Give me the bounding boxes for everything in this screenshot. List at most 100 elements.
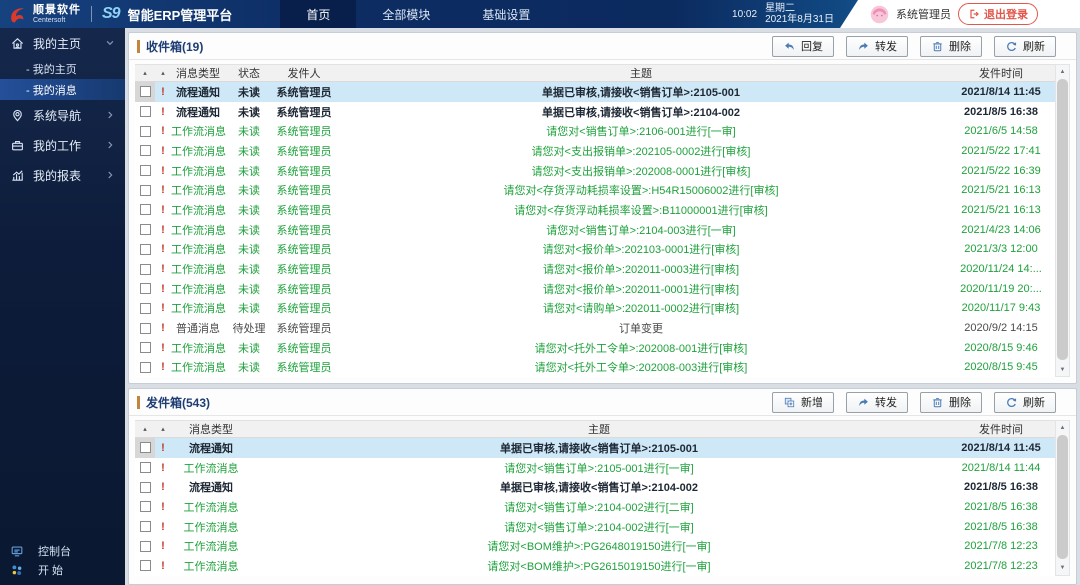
logout-button[interactable]: 退出登录 — [958, 3, 1038, 25]
message-subject[interactable]: 请您对<存货浮动耗损率设置>:H54R15006002进行[审核] — [335, 182, 947, 198]
row-checkbox[interactable] — [140, 264, 151, 275]
outbox-message-row[interactable]: ! 工作流消息 请您对<销售订单>:2104-002进行[一审] 2021/8/… — [135, 517, 1055, 537]
message-subject[interactable]: 请您对<销售订单>:2104-002进行[二审] — [251, 499, 947, 515]
row-checkbox[interactable] — [140, 521, 151, 532]
refresh-button[interactable]: 刷新 — [994, 36, 1056, 57]
message-subject[interactable]: 请您对<销售订单>:2104-002进行[一审] — [251, 519, 947, 535]
row-checkbox[interactable] — [140, 283, 151, 294]
message-subject[interactable]: 单据已审核,请接收<销售订单>:2105-001 — [335, 84, 947, 100]
column-header-time[interactable]: 发件时间 — [947, 421, 1055, 437]
message-subject[interactable]: 请您对<支出报销单>:202008-0001进行[审核] — [335, 163, 947, 179]
inbox-message-row[interactable]: ! 流程通知 未读 系统管理员 单据已审核,请接收<销售订单>:2105-001… — [135, 82, 1055, 102]
inbox-message-row[interactable]: ! 工作流消息 未读 系统管理员 请您对<托外工令单>:202008-001进行… — [135, 338, 1055, 358]
inbox-message-row[interactable]: ! 工作流消息 未读 系统管理员 请您对<托外工令单>:202008-003进行… — [135, 358, 1055, 378]
scrollbar-thumb[interactable] — [1057, 79, 1068, 360]
scroll-up-arrow[interactable]: ▲ — [1056, 65, 1069, 78]
console-button[interactable]: 控制台 — [0, 541, 125, 560]
inbox-message-row[interactable]: ! 工作流消息 未读 系统管理员 请您对<存货浮动耗损率设置>:H54R1500… — [135, 180, 1055, 200]
select-column-header[interactable]: ▴ — [135, 65, 155, 81]
outbox-message-row[interactable]: ! 工作流消息 请您对<销售订单>:2105-001进行[一审] 2021/8/… — [135, 458, 1055, 478]
row-checkbox[interactable] — [140, 323, 151, 334]
sidebar-item-system-navigation[interactable]: 系统导航 — [0, 100, 125, 130]
outbox-message-row[interactable]: ! 流程通知 单据已审核,请接收<销售订单>:2104-002 2021/8/5… — [135, 477, 1055, 497]
column-header-subject[interactable]: 主题 — [335, 65, 947, 81]
inbox-message-row[interactable]: ! 工作流消息 未读 系统管理员 请您对<销售订单>:2106-001进行[一审… — [135, 121, 1055, 141]
select-column-header[interactable]: ▴ — [135, 421, 155, 437]
row-checkbox[interactable] — [140, 501, 151, 512]
row-checkbox[interactable] — [140, 303, 151, 314]
row-checkbox[interactable] — [140, 106, 151, 117]
column-header-subject[interactable]: 主题 — [251, 421, 947, 437]
inbox-message-row[interactable]: ! 普通消息 待处理 系统管理员 订单变更 2020/9/2 14:15 — [135, 318, 1055, 338]
row-checkbox[interactable] — [140, 244, 151, 255]
sidebar-item-my-homepage[interactable]: - 我的主页 — [0, 58, 125, 79]
user-avatar[interactable] — [870, 5, 889, 24]
message-subject[interactable]: 请您对<支出报销单>:202105-0002进行[审核] — [335, 143, 947, 159]
sidebar-item-my-work[interactable]: 我的工作 — [0, 130, 125, 160]
row-checkbox[interactable] — [140, 86, 151, 97]
scroll-down-arrow[interactable]: ▼ — [1056, 562, 1069, 575]
message-subject[interactable]: 订单变更 — [335, 320, 947, 336]
column-header-type[interactable]: 消息类型 — [171, 65, 225, 81]
message-subject[interactable]: 单据已审核,请接收<销售订单>:2104-002 — [335, 104, 947, 120]
row-checkbox[interactable] — [140, 126, 151, 137]
outbox-message-row[interactable]: ! 工作流消息 请您对<BOM维护>:PG2648019150进行[一审] 20… — [135, 536, 1055, 556]
sidebar-item-my-home[interactable]: 我的主页 — [0, 28, 125, 58]
message-subject[interactable]: 单据已审核,请接收<销售订单>:2104-002 — [251, 479, 947, 495]
inbox-message-row[interactable]: ! 工作流消息 未读 系统管理员 请您对<销售订单>:2104-003进行[一审… — [135, 220, 1055, 240]
message-subject[interactable]: 请您对<报价单>:202011-0003进行[审核] — [335, 261, 947, 277]
row-checkbox[interactable] — [140, 342, 151, 353]
inbox-message-row[interactable]: ! 工作流消息 未读 系统管理员 请您对<支出报销单>:202105-0002进… — [135, 141, 1055, 161]
priority-column-header[interactable]: ▴ — [155, 425, 171, 433]
row-checkbox[interactable] — [140, 224, 151, 235]
inbox-message-row[interactable]: ! 工作流消息 未读 系统管理员 请您对<请购单>:202011-0002进行[… — [135, 299, 1055, 319]
row-checkbox[interactable] — [140, 541, 151, 552]
message-subject[interactable]: 请您对<报价单>:202011-0001进行[审核] — [335, 281, 947, 297]
delete-button[interactable]: 删除 — [920, 392, 982, 413]
inbox-message-row[interactable]: ! 工作流消息 未读 系统管理员 请您对<报价单>:202011-0001进行[… — [135, 279, 1055, 299]
outbox-message-row[interactable]: ! 流程通知 单据已审核,请接收<销售订单>:2105-001 2021/8/1… — [135, 438, 1055, 458]
reply-button[interactable]: 回复 — [772, 36, 834, 57]
scrollbar-thumb[interactable] — [1057, 435, 1068, 559]
row-checkbox[interactable] — [140, 462, 151, 473]
message-subject[interactable]: 请您对<托外工令单>:202008-003进行[审核] — [335, 359, 947, 375]
column-header-status[interactable]: 状态 — [225, 65, 273, 81]
message-subject[interactable]: 请您对<BOM维护>:PG2615019150进行[一审] — [251, 558, 947, 574]
forward-button[interactable]: 转发 — [846, 392, 908, 413]
inbox-message-row[interactable]: ! 工作流消息 未读 系统管理员 请您对<报价单>:202011-0003进行[… — [135, 259, 1055, 279]
inbox-message-row[interactable]: ! 工作流消息 未读 系统管理员 请您对<支出报销单>:202008-0001进… — [135, 161, 1055, 181]
nav-tab-basic-settings[interactable]: 基础设置 — [456, 0, 556, 28]
row-checkbox[interactable] — [140, 362, 151, 373]
sidebar-item-my-reports[interactable]: 我的报表 — [0, 160, 125, 190]
outbox-message-row[interactable]: ! 工作流消息 请您对<销售订单>:2104-002进行[二审] 2021/8/… — [135, 497, 1055, 517]
column-header-type[interactable]: 消息类型 — [171, 421, 251, 437]
nav-tab-all-modules[interactable]: 全部模块 — [356, 0, 456, 28]
outbox-message-row[interactable]: ! 工作流消息 请您对<BOM维护>:PG2615019150进行[一审] 20… — [135, 556, 1055, 576]
message-subject[interactable]: 请您对<托外工令单>:202008-001进行[审核] — [335, 340, 947, 356]
message-subject[interactable]: 请您对<报价单>:202103-0001进行[审核] — [335, 241, 947, 257]
row-checkbox[interactable] — [140, 185, 151, 196]
inbox-message-row[interactable]: ! 工作流消息 未读 系统管理员 请您对<报价单>:202103-0001进行[… — [135, 240, 1055, 260]
sidebar-item-my-messages[interactable]: - 我的消息 — [0, 79, 125, 100]
delete-button[interactable]: 删除 — [920, 36, 982, 57]
inbox-message-row[interactable]: ! 工作流消息 未读 系统管理员 请您对<存货浮动耗损率设置>:B1100000… — [135, 200, 1055, 220]
refresh-button[interactable]: 刷新 — [994, 392, 1056, 413]
message-subject[interactable]: 请您对<销售订单>:2106-001进行[一审] — [335, 123, 947, 139]
row-checkbox[interactable] — [140, 560, 151, 571]
column-header-time[interactable]: 发件时间 — [947, 65, 1055, 81]
row-checkbox[interactable] — [140, 145, 151, 156]
message-subject[interactable]: 请您对<BOM维护>:PG2648019150进行[一审] — [251, 538, 947, 554]
scroll-down-arrow[interactable]: ▼ — [1056, 363, 1069, 376]
message-subject[interactable]: 请您对<销售订单>:2104-003进行[一审] — [335, 222, 947, 238]
row-checkbox[interactable] — [140, 482, 151, 493]
inbox-message-row[interactable]: ! 流程通知 未读 系统管理员 单据已审核,请接收<销售订单>:2104-002… — [135, 102, 1055, 122]
row-checkbox[interactable] — [140, 442, 151, 453]
scroll-up-arrow[interactable]: ▲ — [1056, 421, 1069, 434]
message-subject[interactable]: 单据已审核,请接收<销售订单>:2105-001 — [251, 440, 947, 456]
priority-column-header[interactable]: ▴ — [155, 69, 171, 77]
column-header-sender[interactable]: 发件人 — [273, 65, 335, 81]
nav-tab-home[interactable]: 首页 — [280, 0, 356, 28]
row-checkbox[interactable] — [140, 204, 151, 215]
forward-button[interactable]: 转发 — [846, 36, 908, 57]
new-button[interactable]: 新增 — [772, 392, 834, 413]
